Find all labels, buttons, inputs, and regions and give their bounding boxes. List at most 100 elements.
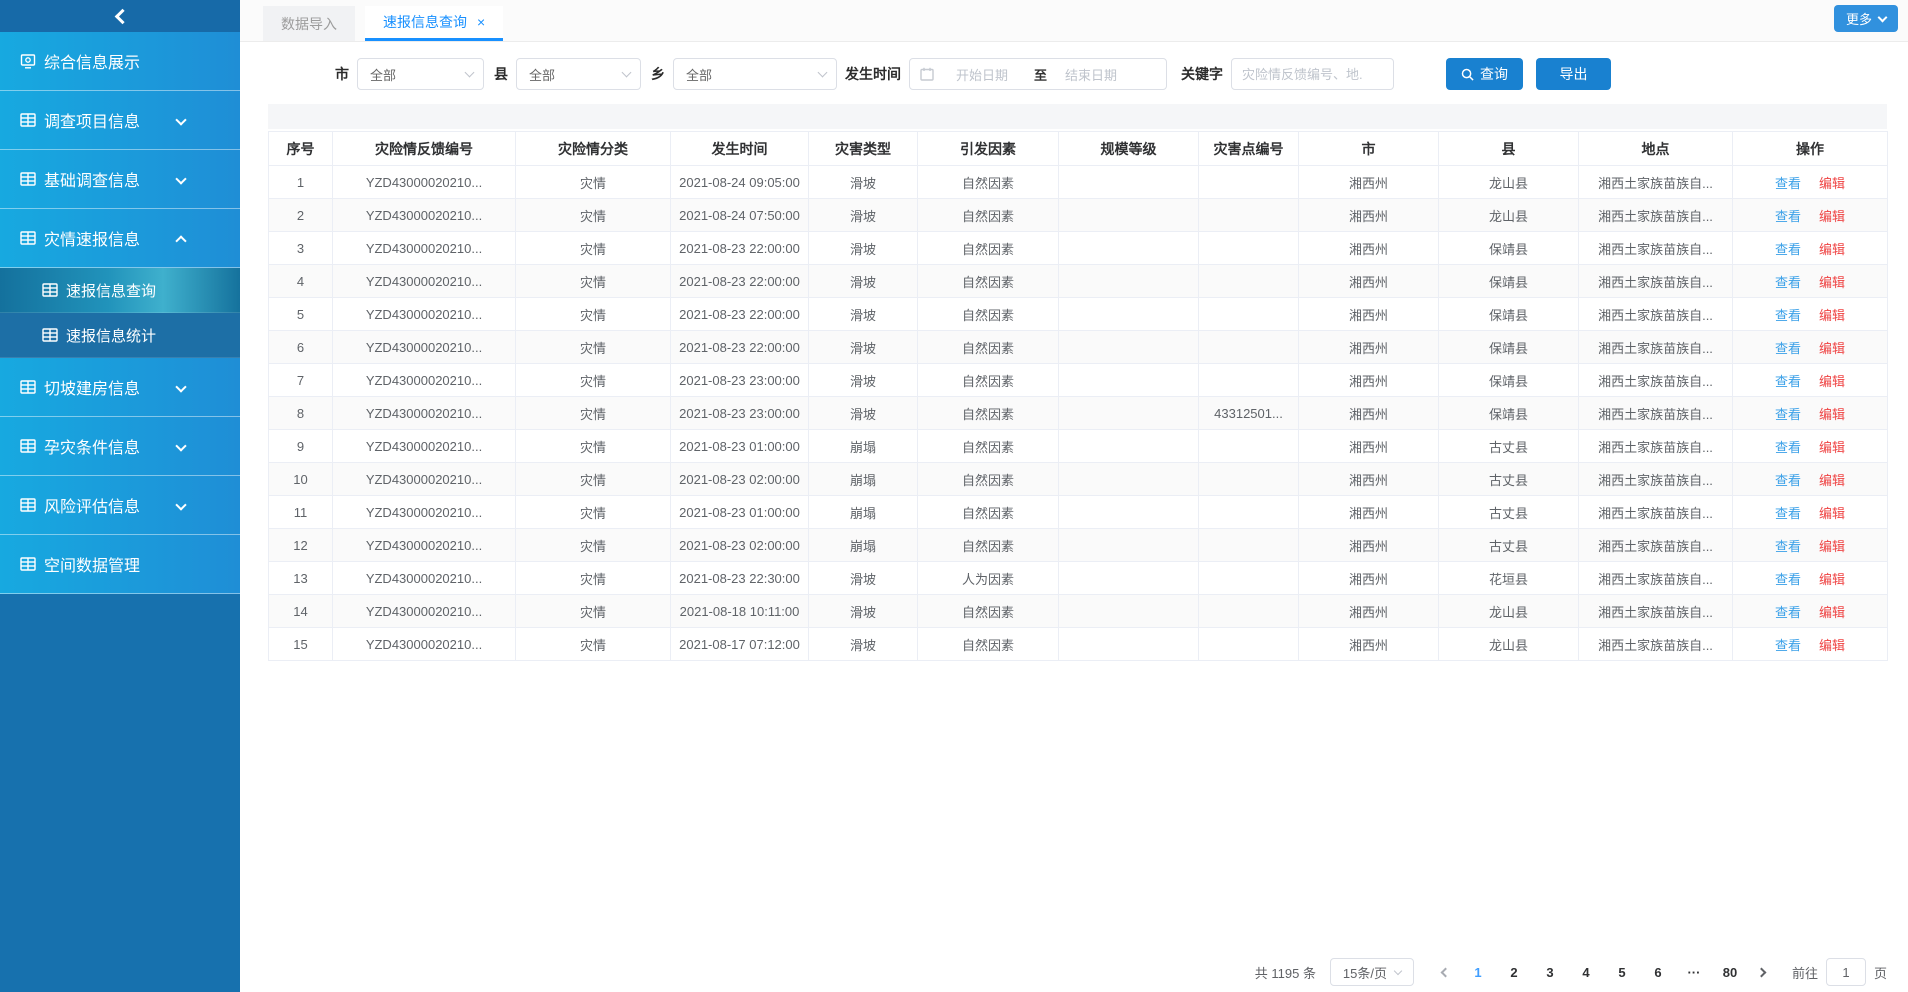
edit-link[interactable]: 编辑 <box>1819 275 1845 290</box>
edit-link[interactable]: 编辑 <box>1819 176 1845 191</box>
edit-link[interactable]: 编辑 <box>1819 473 1845 488</box>
cell-city: 湘西州 <box>1299 265 1439 298</box>
cell-factor: 自然因素 <box>918 298 1059 331</box>
cell-factor: 自然因素 <box>918 397 1059 430</box>
edit-link[interactable]: 编辑 <box>1819 539 1845 554</box>
query-button[interactable]: 查询 <box>1446 58 1523 90</box>
cell-code: YZD43000020210... <box>333 199 516 232</box>
export-button[interactable]: 导出 <box>1536 58 1611 90</box>
county-select[interactable]: 全部 <box>516 58 641 90</box>
edit-link[interactable]: 编辑 <box>1819 242 1845 257</box>
sidebar-item-risk-assessment[interactable]: 风险评估信息 <box>0 476 240 535</box>
cell-code: YZD43000020210... <box>333 496 516 529</box>
view-link[interactable]: 查看 <box>1775 407 1801 422</box>
sidebar-item-survey-project[interactable]: 调查项目信息 <box>0 91 240 150</box>
city-select-value: 全部 <box>370 65 396 84</box>
view-link[interactable]: 查看 <box>1775 638 1801 653</box>
cell-type: 滑坡 <box>809 199 918 232</box>
cell-time: 2021-08-24 09:05:00 <box>671 166 809 199</box>
view-link[interactable]: 查看 <box>1775 506 1801 521</box>
cell-location: 湘西土家族苗族自... <box>1579 364 1733 397</box>
prev-page-button[interactable] <box>1432 958 1460 986</box>
view-link[interactable]: 查看 <box>1775 473 1801 488</box>
page-number-button[interactable]: 5 <box>1607 958 1637 986</box>
view-link[interactable]: 查看 <box>1775 374 1801 389</box>
edit-link[interactable]: 编辑 <box>1819 440 1845 455</box>
edit-link[interactable]: 编辑 <box>1819 572 1845 587</box>
sidebar-item-report-query[interactable]: 速报信息查询 <box>0 268 240 313</box>
view-link[interactable]: 查看 <box>1775 176 1801 191</box>
edit-link[interactable]: 编辑 <box>1819 605 1845 620</box>
cell-point <box>1199 364 1299 397</box>
page-number-button[interactable]: 3 <box>1535 958 1565 986</box>
sidebar-item-basic-survey[interactable]: 基础调查信息 <box>0 150 240 209</box>
town-select[interactable]: 全部 <box>673 58 837 90</box>
page-number-button[interactable]: 1 <box>1463 958 1493 986</box>
cell-time: 2021-08-23 23:00:00 <box>671 397 809 430</box>
next-page-button[interactable] <box>1748 958 1776 986</box>
chevron-down-icon <box>818 68 828 78</box>
cell-city: 湘西州 <box>1299 232 1439 265</box>
view-link[interactable]: 查看 <box>1775 572 1801 587</box>
tab-data-import[interactable]: 数据导入 <box>263 6 355 41</box>
edit-link[interactable]: 编辑 <box>1819 341 1845 356</box>
pages-ellipsis-icon[interactable]: ··· <box>1679 958 1709 986</box>
query-button-label: 查询 <box>1480 64 1508 84</box>
view-link[interactable]: 查看 <box>1775 209 1801 224</box>
date-range-picker[interactable]: 开始日期 至 结束日期 <box>909 58 1167 90</box>
view-link[interactable]: 查看 <box>1775 242 1801 257</box>
chevron-down-icon <box>465 68 475 78</box>
tab-label: 速报信息查询 <box>383 12 467 32</box>
cell-type: 滑坡 <box>809 265 918 298</box>
goto-page-input[interactable] <box>1826 958 1866 986</box>
cell-actions: 查看 编辑 <box>1733 430 1888 463</box>
sidebar-item-overview[interactable]: 综合信息展示 <box>0 32 240 91</box>
edit-link[interactable]: 编辑 <box>1819 506 1845 521</box>
view-link[interactable]: 查看 <box>1775 440 1801 455</box>
cell-city: 湘西州 <box>1299 166 1439 199</box>
edit-link[interactable]: 编辑 <box>1819 209 1845 224</box>
chevron-down-icon <box>175 114 186 125</box>
more-button[interactable]: 更多 <box>1834 5 1898 32</box>
sidebar-item-label: 灾情速报信息 <box>44 226 140 250</box>
edit-link[interactable]: 编辑 <box>1819 308 1845 323</box>
edit-link[interactable]: 编辑 <box>1819 407 1845 422</box>
cell-factor: 自然因素 <box>918 463 1059 496</box>
page-number-button[interactable]: 6 <box>1643 958 1673 986</box>
keyword-input[interactable] <box>1231 58 1394 90</box>
sidebar-item-slope-housing[interactable]: 切坡建房信息 <box>0 358 240 417</box>
edit-link[interactable]: 编辑 <box>1819 638 1845 653</box>
sidebar-item-hazard-condition[interactable]: 孕灾条件信息 <box>0 417 240 476</box>
view-link[interactable]: 查看 <box>1775 539 1801 554</box>
page-size-select[interactable]: 15条/页 <box>1330 958 1414 986</box>
tab-report-query[interactable]: 速报信息查询 × <box>365 6 503 41</box>
cell-actions: 查看 编辑 <box>1733 364 1888 397</box>
cell-code: YZD43000020210... <box>333 595 516 628</box>
cell-scale <box>1059 496 1199 529</box>
cell-no: 6 <box>269 331 333 364</box>
sidebar-item-label: 切坡建房信息 <box>44 375 140 399</box>
cell-location: 湘西土家族苗族自... <box>1579 463 1733 496</box>
close-icon[interactable]: × <box>477 14 485 30</box>
view-link[interactable]: 查看 <box>1775 308 1801 323</box>
view-link[interactable]: 查看 <box>1775 605 1801 620</box>
page-number-button[interactable]: 4 <box>1571 958 1601 986</box>
sidebar-item-label: 风险评估信息 <box>44 493 140 517</box>
cell-city: 湘西州 <box>1299 595 1439 628</box>
city-select[interactable]: 全部 <box>357 58 484 90</box>
view-link[interactable]: 查看 <box>1775 341 1801 356</box>
table-row: 8YZD43000020210...灾情2021-08-23 23:00:00滑… <box>269 397 1888 430</box>
cell-factor: 自然因素 <box>918 595 1059 628</box>
table-row: 5YZD43000020210...灾情2021-08-23 22:00:00滑… <box>269 298 1888 331</box>
sidebar-item-disaster-report[interactable]: 灾情速报信息 <box>0 209 240 268</box>
page-number-button[interactable]: 2 <box>1499 958 1529 986</box>
sidebar-item-spatial-data[interactable]: 空间数据管理 <box>0 535 240 594</box>
cell-point: 43312501... <box>1199 397 1299 430</box>
edit-link[interactable]: 编辑 <box>1819 374 1845 389</box>
page-number-button[interactable]: 80 <box>1715 958 1745 986</box>
view-link[interactable]: 查看 <box>1775 275 1801 290</box>
cell-county: 龙山县 <box>1439 628 1579 661</box>
sidebar-item-report-stats[interactable]: 速报信息统计 <box>0 313 240 358</box>
report-table: 序号灾险情反馈编号灾险情分类发生时间灾害类型引发因素规模等级灾害点编号市县地点操… <box>268 131 1888 661</box>
sidebar-collapse-button[interactable] <box>0 0 240 32</box>
